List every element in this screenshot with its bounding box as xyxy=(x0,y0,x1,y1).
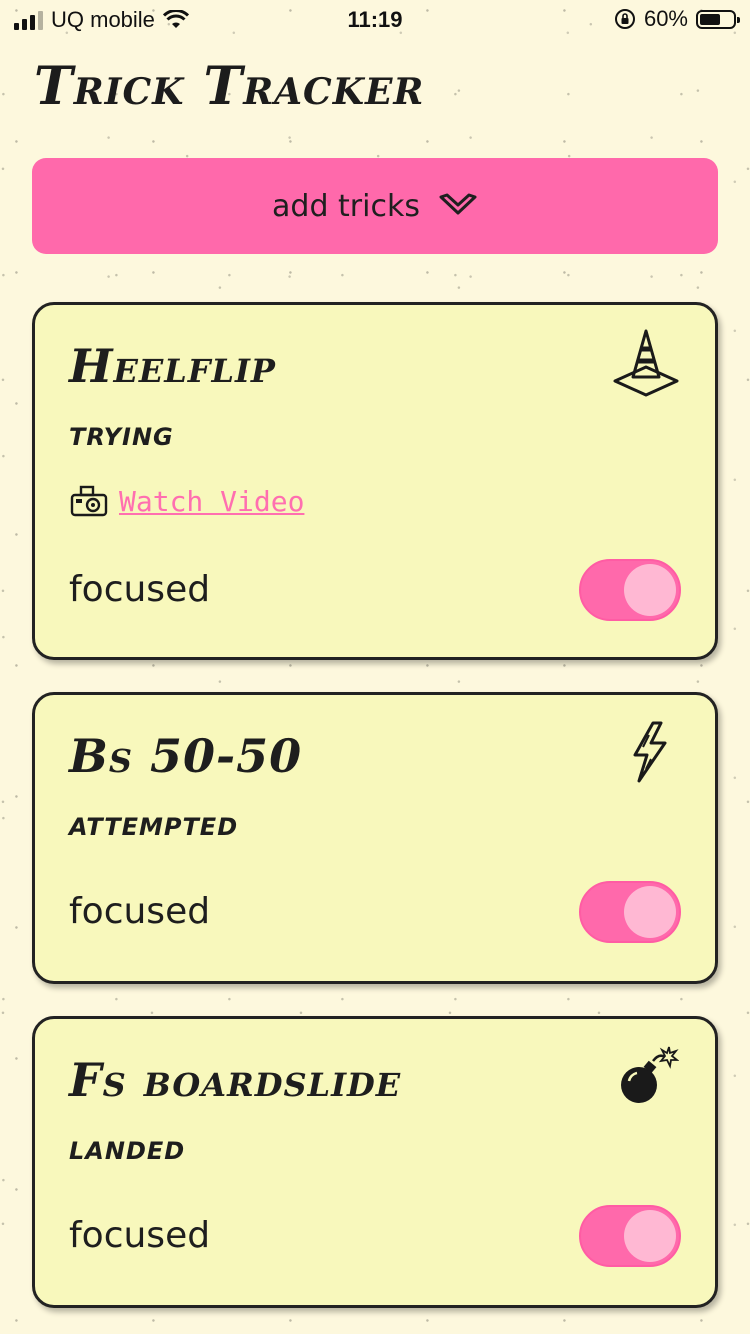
traffic-cone-icon xyxy=(613,329,679,397)
trick-name: Heelflip xyxy=(69,339,276,393)
page-title: Trick Tracker xyxy=(34,56,425,117)
add-tricks-label: add tricks xyxy=(272,188,420,224)
trick-name: Bs 50-50 xyxy=(69,729,303,783)
focused-label: focused xyxy=(69,891,211,932)
battery-percent: 60% xyxy=(643,6,688,31)
watch-video-label: Watch Video xyxy=(119,484,305,518)
toggle-knob xyxy=(624,1210,676,1262)
bomb-icon xyxy=(621,1046,679,1103)
lightning-bolt-icon xyxy=(633,721,667,783)
trick-card: Bs 50-50 attempted focused xyxy=(32,692,718,984)
focused-toggle[interactable] xyxy=(579,881,681,943)
focused-label: focused xyxy=(69,569,211,610)
focused-toggle[interactable] xyxy=(579,1205,681,1267)
trick-name: Fs boardslide xyxy=(69,1053,402,1107)
chevron-down-icon xyxy=(439,193,477,215)
trick-card: Heelflip trying Watch Video focused xyxy=(32,302,718,660)
toggle-knob xyxy=(624,886,676,938)
orientation-lock-icon xyxy=(614,9,635,29)
add-tricks-button[interactable]: add tricks xyxy=(32,158,718,254)
battery-icon xyxy=(696,9,740,29)
status-bar-right: 60% xyxy=(614,6,740,32)
toggle-knob xyxy=(624,564,676,616)
trick-status: attempted xyxy=(69,813,239,841)
status-bar: UQ mobile 11:19 60% xyxy=(0,0,750,40)
trick-status: landed xyxy=(69,1137,186,1165)
camera-icon xyxy=(70,485,108,517)
trick-status: trying xyxy=(69,423,174,451)
focused-label: focused xyxy=(69,1215,211,1256)
trick-card: Fs boardslide landed focused xyxy=(32,1016,718,1308)
focused-toggle[interactable] xyxy=(579,559,681,621)
watch-video-link[interactable]: Watch Video xyxy=(69,483,304,519)
